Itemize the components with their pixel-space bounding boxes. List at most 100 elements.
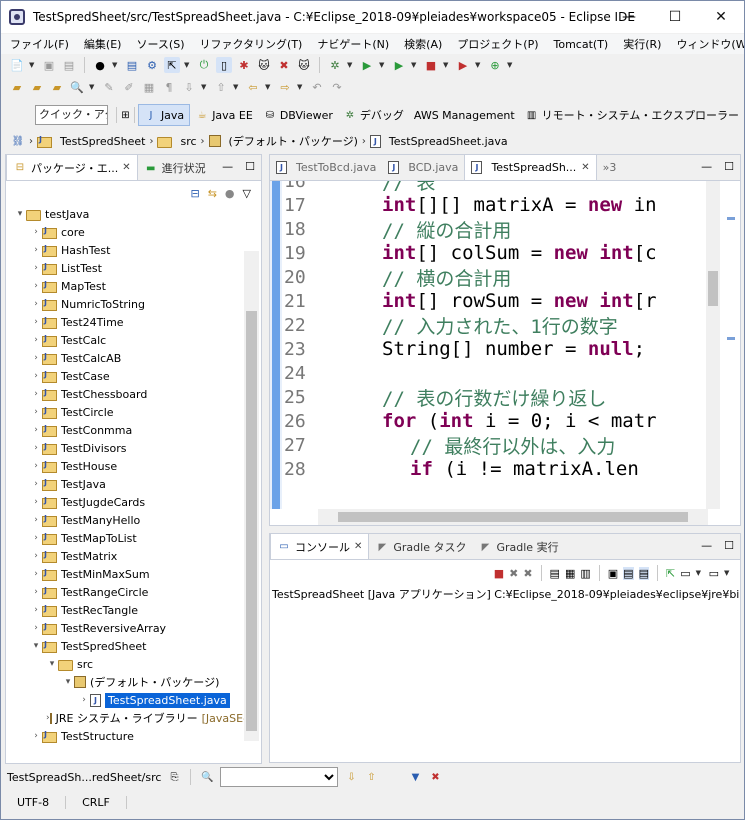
chevron-right-icon[interactable]: ›	[30, 389, 42, 399]
find-input[interactable]	[220, 767, 339, 787]
chevron-right-icon[interactable]: ›	[30, 335, 42, 345]
find-next-icon[interactable]: ⇩	[344, 770, 358, 784]
menu-item[interactable]: 検索(A)	[395, 36, 448, 52]
tree-item[interactable]: › TestJugdeCards	[6, 493, 246, 511]
tree-item[interactable]: › TestRecTangle	[6, 601, 246, 619]
skip-icon[interactable]: ✱	[236, 57, 252, 73]
annotation-icon[interactable]: ✎	[101, 79, 117, 95]
tree-item[interactable]: › TestMatrix	[6, 547, 246, 565]
tree-item[interactable]: › TestHouse	[6, 457, 246, 475]
tree-item[interactable]: ›JRE システム・ライブラリー[JavaSE-1	[6, 709, 246, 727]
chevron-down-icon[interactable]: ▼	[112, 61, 120, 69]
perspective-remote-systems[interactable]: ▥ リモート・システム・エクスプローラー	[520, 104, 744, 126]
perspective-dbviewer[interactable]: ⛁ DBViewer	[258, 104, 338, 126]
editor-tab[interactable]: J TestToBcd.java	[270, 154, 382, 180]
chevron-right-icon[interactable]: ›	[30, 425, 42, 435]
tree-item[interactable]: › TestCase	[6, 367, 246, 385]
chevron-right-icon[interactable]: ›	[78, 695, 90, 705]
minimize-button[interactable]: —	[606, 1, 652, 33]
chevron-right-icon[interactable]: ›	[30, 515, 42, 525]
run-icon[interactable]: ▶	[359, 57, 375, 73]
tree-item[interactable]: › J TestSpreadSheet.java	[6, 691, 246, 709]
chevron-right-icon[interactable]: ›	[30, 443, 42, 453]
editor-tab[interactable]: J BCD.java	[382, 154, 464, 180]
menu-item[interactable]: Tomcat(T)	[545, 38, 615, 51]
open-console-icon[interactable]: ⇱	[666, 567, 675, 580]
toggle-mark-icon[interactable]: ✐	[121, 79, 137, 95]
coverage-icon[interactable]: ▶	[391, 57, 407, 73]
menu-item[interactable]: プロジェクト(P)	[448, 36, 544, 52]
new-console-icon[interactable]: ▭	[709, 567, 719, 580]
prev-annotation-icon[interactable]: ⇧	[213, 79, 229, 95]
overview-marker[interactable]	[727, 337, 735, 340]
maximize-view-icon[interactable]: ☐	[724, 539, 734, 552]
chevron-down-icon[interactable]: ▼	[724, 569, 732, 577]
tomcat-start-icon[interactable]: 🐱	[256, 57, 272, 73]
chevron-right-icon[interactable]: ›	[30, 317, 42, 327]
minimize-view-icon[interactable]: —	[701, 160, 712, 173]
new-class-icon[interactable]: ⊕	[487, 57, 503, 73]
find-previous-icon[interactable]: ⇧	[364, 770, 378, 784]
breadcrumb-file[interactable]: TestSpreadSheet.java	[389, 135, 508, 148]
chevron-down-icon[interactable]: ▼	[347, 61, 355, 69]
clear-console-icon[interactable]: ▤	[550, 567, 560, 580]
editor-vertical-scrollbar[interactable]	[706, 181, 720, 509]
show-on-output-icon[interactable]: ▤	[623, 566, 634, 580]
code-editor[interactable]: 16// 表 17 int[][] matrixA = new in 18// 縦の合…	[270, 181, 740, 509]
chevron-down-icon[interactable]: ▼	[89, 83, 97, 91]
editor-horizontal-scrollbar[interactable]	[318, 509, 708, 525]
tree-item[interactable]: ▾ src	[6, 655, 246, 673]
power-icon[interactable]: ⏻	[196, 57, 212, 73]
tree-item[interactable]: › MapTest	[6, 277, 246, 295]
tree-item[interactable]: › core	[6, 223, 246, 241]
package-tree-scrollbar[interactable]	[244, 251, 259, 741]
chevron-down-icon[interactable]: ▼	[443, 61, 451, 69]
close-find-icon[interactable]: ✖	[428, 770, 442, 784]
maximize-view-icon[interactable]: ☐	[724, 160, 734, 173]
chevron-right-icon[interactable]: ›	[30, 623, 42, 633]
minimize-view-icon[interactable]: —	[701, 539, 712, 552]
tree-item[interactable]: › TestJava	[6, 475, 246, 493]
perspective-java-ee[interactable]: ☕ Java EE	[190, 104, 258, 126]
menu-item[interactable]: 実行(R)	[614, 36, 667, 52]
terminate-icon[interactable]: ■	[494, 567, 504, 580]
tree-item[interactable]: › Test24Time	[6, 313, 246, 331]
search-icon[interactable]: 🔍	[69, 79, 85, 95]
debug-icon[interactable]: ✲	[327, 57, 343, 73]
overview-marker[interactable]	[727, 217, 735, 220]
focus-icon[interactable]: ●	[225, 187, 235, 200]
tree-item[interactable]: › TestCalcAB	[6, 349, 246, 367]
scrollbar-thumb[interactable]	[338, 512, 688, 522]
pin-icon[interactable]: ↶	[309, 79, 325, 95]
chevron-right-icon[interactable]: ›	[30, 353, 42, 363]
user-icon[interactable]: ●	[92, 57, 108, 73]
chevron-right-icon[interactable]: ›	[30, 281, 42, 291]
external-tools-icon[interactable]: ▶	[455, 57, 471, 73]
tree-item[interactable]: › TestManyHello	[6, 511, 246, 529]
menu-item[interactable]: ファイル(F)	[1, 36, 75, 52]
tab-console[interactable]: ▭ コンソール ✕	[270, 533, 370, 559]
scrollbar-thumb[interactable]	[708, 271, 718, 306]
breadcrumb-package[interactable]: (デフォルト・パッケージ)	[229, 133, 358, 149]
tab-overflow-button[interactable]: »3	[597, 154, 623, 180]
back-icon[interactable]: ⇦	[245, 79, 261, 95]
breakpoint-icon[interactable]: ▯	[216, 57, 232, 73]
chevron-right-icon[interactable]: ›	[30, 407, 42, 417]
close-icon[interactable]: ✕	[581, 162, 589, 173]
forward-icon[interactable]: ⇨	[277, 79, 293, 95]
tree-item[interactable]: › HashTest	[6, 241, 246, 259]
chevron-right-icon[interactable]: ›	[30, 299, 42, 309]
chevron-right-icon[interactable]: ›	[30, 371, 42, 381]
word-wrap-icon[interactable]: ▥	[580, 567, 590, 580]
chevron-right-icon[interactable]: ›	[30, 551, 42, 561]
find-options-icon[interactable]: ▼	[408, 770, 422, 784]
tab-package-explorer[interactable]: ⊟ パッケージ・エ... ✕	[6, 154, 138, 180]
tree-item[interactable]: › TestRangeCircle	[6, 583, 246, 601]
remove-launch-icon[interactable]: ✖	[509, 567, 518, 580]
show-on-error-icon[interactable]: ▤	[638, 566, 649, 580]
open-perspective-icon[interactable]: ⊞	[120, 108, 131, 122]
tree-item[interactable]: › TestStructure	[6, 727, 246, 745]
tree-item[interactable]: ▾ (デフォルト・パッケージ)	[6, 673, 246, 691]
chevron-down-icon[interactable]: ▼	[507, 61, 515, 69]
chevron-down-icon[interactable]: ▼	[29, 61, 37, 69]
